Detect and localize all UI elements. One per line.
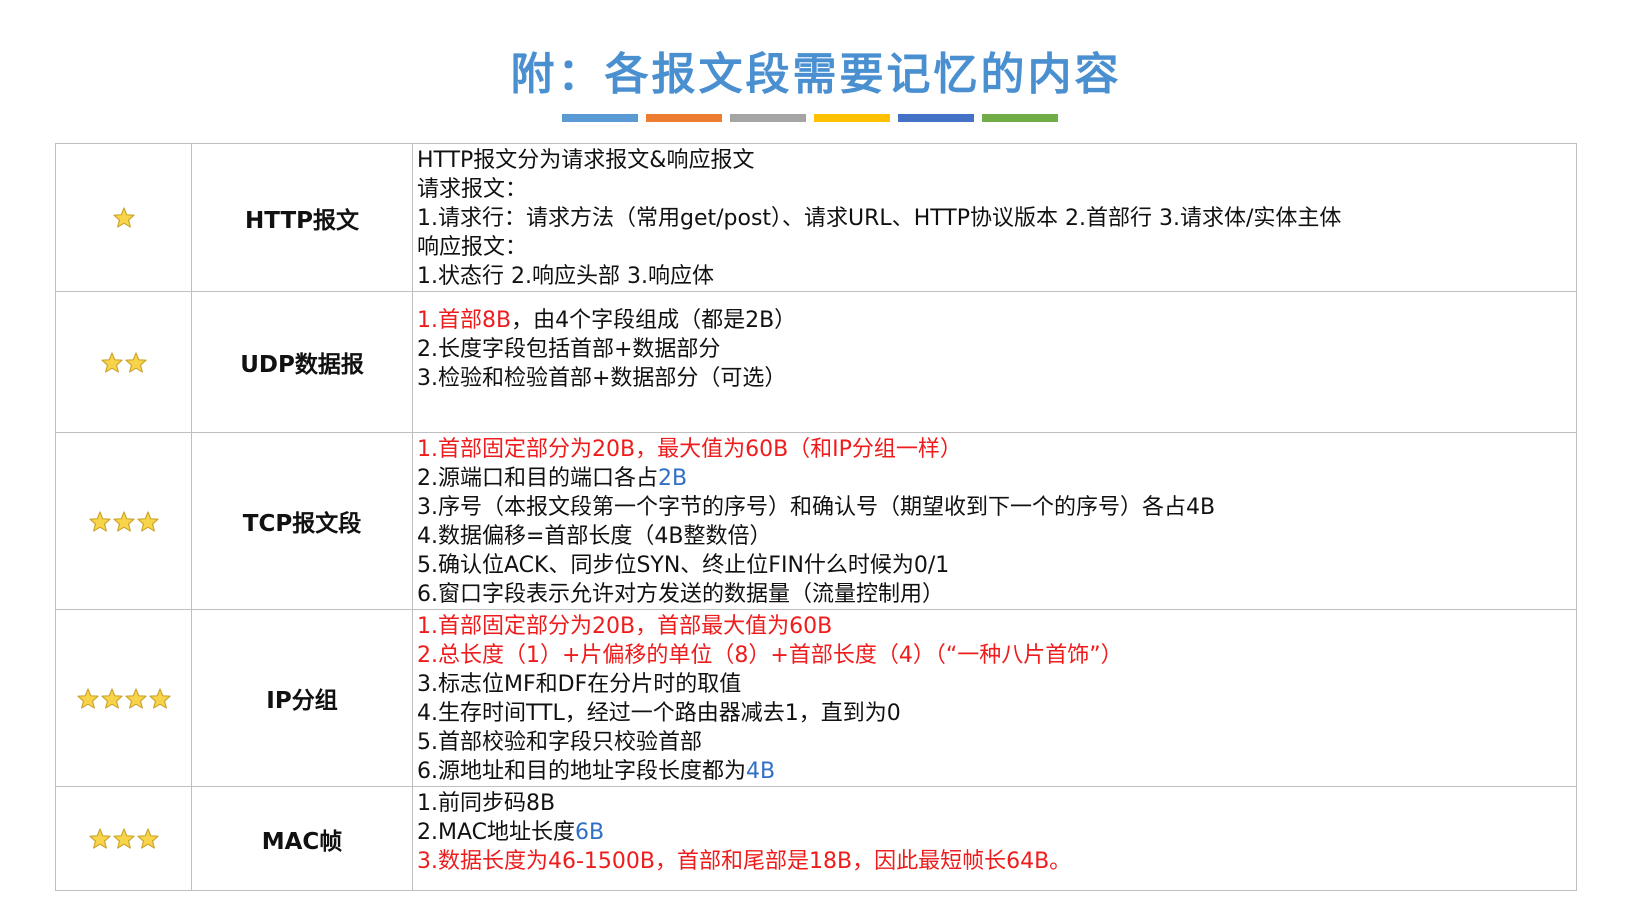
summary-table: HTTP报文 HTTP报文分为请求报文&响应报文 请求报文： 1.请求行：请求方法（常… <box>55 143 1577 891</box>
star-icon <box>88 510 111 532</box>
note-segment: 1.状态行 2.响应头部 3.响应体 <box>417 264 714 289</box>
note-line: 3.标志位MF和DF在分片时的取值 <box>417 670 1576 699</box>
note-line: 1.首部固定部分为20B，首部最大值为60B <box>417 612 1576 641</box>
note-line: 1.前同步码8B <box>417 789 1576 818</box>
note-segment: 5.首部校验和字段只校验首部 <box>417 730 702 755</box>
star-icon <box>112 510 135 532</box>
note-line: 2.MAC地址长度6B <box>417 818 1576 847</box>
note-line <box>417 294 1576 306</box>
note-line: 响应报文： <box>417 233 1576 262</box>
note-segment: 2.源端口和目的端口各占 <box>417 466 658 491</box>
protocol-notes: 1.首部固定部分为20B，首部最大值为60B 2.总长度（1）+片偏移的单位（8）… <box>412 609 1577 787</box>
note-line: 请求报文： <box>417 175 1576 204</box>
note-line: 3.数据长度为46-1500B，首部和尾部是18B，因此最短帧长64B。 <box>417 847 1576 876</box>
note-line: 4.生存时间TTL，经过一个路由器减去1，直到为0 <box>417 699 1576 728</box>
star-icon <box>100 351 123 373</box>
title-bar-1 <box>562 114 638 122</box>
note-segment: 2.长度字段包括首部+数据部分 <box>417 337 721 362</box>
note-line: 1.首部8B，由4个字段组成（都是2B） <box>417 306 1576 335</box>
note-segment: HTTP报文分为请求报文&响应报文 <box>417 148 755 173</box>
protocol-notes: 1.首部8B，由4个字段组成（都是2B） 2.长度字段包括首部+数据部分 3.检验和… <box>412 291 1577 433</box>
note-segment: 1.首部固定部分为20B，最大值为60B（和IP分组一样） <box>417 437 962 462</box>
star-icon <box>76 687 99 709</box>
rating-stars <box>55 432 192 610</box>
title-bar-3 <box>730 114 806 122</box>
protocol-notes: HTTP报文分为请求报文&响应报文 请求报文： 1.请求行：请求方法（常用get/p… <box>412 143 1577 292</box>
star-icon <box>112 207 135 228</box>
note-line: 1.请求行：请求方法（常用get/post）、请求URL、HTTP协议版本 2.… <box>417 204 1576 233</box>
note-segment: 1.首部固定部分为20B，首部最大值为60B <box>417 614 833 639</box>
note-segment: 4B <box>746 759 776 784</box>
star-icon <box>88 828 111 849</box>
note-segment: 3.检验和检验首部+数据部分（可选） <box>417 366 787 391</box>
note-line: 5.首部校验和字段只校验首部 <box>417 728 1576 757</box>
note-line: 3.序号（本报文段第一个字节的序号）和确认号（期望收到下一个的序号）各占4B <box>417 493 1576 522</box>
note-segment: 1.请求行：请求方法（常用get/post）、请求URL、HTTP协议版本 2.… <box>417 206 1342 231</box>
rating-stars <box>55 609 192 787</box>
note-line: 1.首部固定部分为20B，最大值为60B（和IP分组一样） <box>417 435 1576 464</box>
protocol-name: MAC帧 <box>191 786 413 891</box>
note-segment: 6.窗口字段表示允许对方发送的数据量（流量控制用） <box>417 582 944 607</box>
note-segment: 4.数据偏移=首部长度（4B整数倍） <box>417 524 772 549</box>
title-bar-4 <box>814 114 890 122</box>
note-segment: 1.首部8B <box>417 308 512 333</box>
note-line: HTTP报文分为请求报文&响应报文 <box>417 146 1576 175</box>
note-line: 6.源地址和目的地址字段长度都为4B <box>417 757 1576 786</box>
rating-stars <box>55 143 192 292</box>
note-segment: 4.生存时间TTL，经过一个路由器减去1，直到为0 <box>417 701 901 726</box>
title-underline-bars <box>562 114 1058 122</box>
table-row: UDP数据报 1.首部8B，由4个字段组成（都是2B） 2.长度字段包括首部+数据部… <box>55 291 1577 433</box>
title-bar-2 <box>646 114 722 122</box>
protocol-name: HTTP报文 <box>191 143 413 292</box>
note-line: 4.数据偏移=首部长度（4B整数倍） <box>417 522 1576 551</box>
note-line: 2.长度字段包括首部+数据部分 <box>417 335 1576 364</box>
note-segment: 响应报文： <box>417 235 528 260</box>
note-line: 2.源端口和目的端口各占2B <box>417 464 1576 493</box>
page-title: 附：各报文段需要记忆的内容 <box>510 49 1122 100</box>
table-row: MAC帧 1.前同步码8B 2.MAC地址长度6B 3.数据长度为46-1500B，首… <box>55 786 1577 891</box>
note-segment: 5.确认位ACK、同步位SYN、终止位FIN什么时候为0/1 <box>417 553 950 578</box>
note-segment: 3.数据长度为46-1500B，首部和尾部是18B，因此最短帧长64B。 <box>417 849 1072 874</box>
protocol-notes: 1.前同步码8B 2.MAC地址长度6B 3.数据长度为46-1500B，首部和尾部… <box>412 786 1577 891</box>
rating-stars <box>55 786 192 891</box>
star-icon <box>136 510 159 532</box>
star-icon <box>124 351 147 373</box>
note-segment: 3.标志位MF和DF在分片时的取值 <box>417 672 742 697</box>
table-row: IP分组 1.首部固定部分为20B，首部最大值为60B 2.总长度（1）+片偏移的单… <box>55 609 1577 787</box>
note-line: 2.总长度（1）+片偏移的单位（8）+首部长度（4）（“一种八片首饰”） <box>417 641 1576 670</box>
protocol-notes: 1.首部固定部分为20B，最大值为60B（和IP分组一样） 2.源端口和目的端口各… <box>412 432 1577 610</box>
note-line: 5.确认位ACK、同步位SYN、终止位FIN什么时候为0/1 <box>417 551 1576 580</box>
star-icon <box>136 828 159 849</box>
star-icon <box>112 828 135 849</box>
protocol-name: UDP数据报 <box>191 291 413 433</box>
star-icon <box>124 687 147 709</box>
note-line: 1.状态行 2.响应头部 3.响应体 <box>417 262 1576 291</box>
star-icon <box>100 687 123 709</box>
protocol-name: TCP报文段 <box>191 432 413 610</box>
note-segment: 6.源地址和目的地址字段长度都为 <box>417 759 746 784</box>
star-icon <box>148 687 171 709</box>
note-line: 3.检验和检验首部+数据部分（可选） <box>417 364 1576 393</box>
note-segment: 2.MAC地址长度 <box>417 820 575 845</box>
protocol-name: IP分组 <box>191 609 413 787</box>
note-segment: ，由4个字段组成（都是2B） <box>511 308 797 333</box>
rating-stars <box>55 291 192 433</box>
table-row: TCP报文段 1.首部固定部分为20B，最大值为60B（和IP分组一样） 2.源端口… <box>55 432 1577 610</box>
note-segment: 3.序号（本报文段第一个字节的序号）和确认号（期望收到下一个的序号）各占4B <box>417 495 1216 520</box>
note-segment: 6B <box>575 820 605 845</box>
note-segment: 1.前同步码8B <box>417 791 556 816</box>
title-bar-5 <box>898 114 974 122</box>
title-bar-6 <box>982 114 1058 122</box>
note-segment: 请求报文： <box>417 177 528 202</box>
note-segment: 2B <box>658 466 688 491</box>
note-segment: 2.总长度（1）+片偏移的单位（8）+首部长度（4）（“一种八片首饰”） <box>417 643 1123 668</box>
table-row: HTTP报文 HTTP报文分为请求报文&响应报文 请求报文： 1.请求行：请求方法（常… <box>55 143 1577 292</box>
note-line: 6.窗口字段表示允许对方发送的数据量（流量控制用） <box>417 580 1576 609</box>
